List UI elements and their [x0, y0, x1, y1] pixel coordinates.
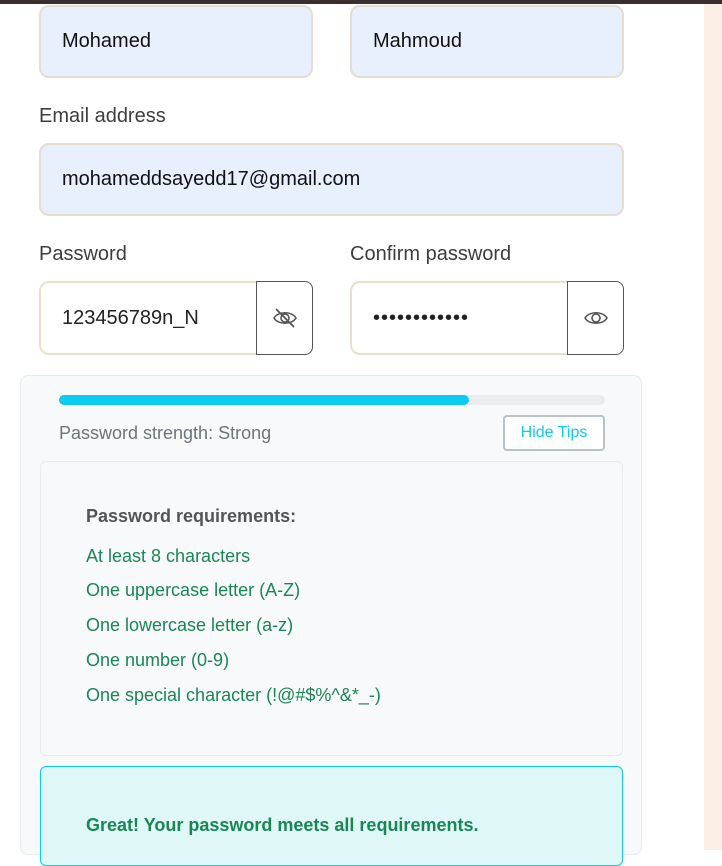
- confirm-password-input[interactable]: ••••••••••••: [350, 281, 568, 355]
- last-name-value: Mahmoud: [373, 30, 462, 52]
- success-message: Great! Your password meets all requireme…: [86, 815, 479, 835]
- requirements-title: Password requirements:: [86, 506, 297, 526]
- confirm-password-label: Confirm password: [350, 243, 512, 265]
- password-input[interactable]: 123456789n_N: [39, 281, 257, 355]
- strength-progress-bar: [59, 395, 605, 405]
- requirement-item: One special character (!@#$%^&*_-): [86, 685, 381, 705]
- password-visibility-toggle[interactable]: [256, 281, 313, 355]
- password-label: Password: [39, 243, 127, 265]
- last-name-input[interactable]: Mahmoud: [350, 5, 624, 78]
- eye-slash-icon: [272, 308, 297, 328]
- strength-progress-fill: [59, 395, 469, 405]
- requirement-item: At least 8 characters: [86, 546, 251, 566]
- page-right-background: [704, 4, 722, 850]
- requirement-item: One lowercase letter (a-z): [86, 615, 294, 635]
- first-name-input[interactable]: Mohamed: [39, 5, 313, 78]
- requirement-item: One uppercase letter (A-Z): [86, 580, 301, 600]
- hide-tips-button[interactable]: Hide Tips: [503, 415, 605, 451]
- password-value: 123456789n_N: [62, 306, 199, 329]
- confirm-password-value: ••••••••••••: [373, 306, 470, 329]
- password-strength-text: Password strength: Strong: [59, 423, 272, 443]
- email-value: mohameddsayedd17@gmail.com: [62, 168, 361, 190]
- email-input[interactable]: mohameddsayedd17@gmail.com: [39, 143, 624, 216]
- first-name-value: Mohamed: [62, 30, 151, 52]
- requirement-item: One number (0-9): [86, 650, 230, 670]
- confirm-password-visibility-toggle[interactable]: [567, 281, 624, 355]
- email-label: Email address: [39, 105, 166, 127]
- eye-icon: [583, 311, 608, 325]
- window-top-border: [0, 0, 722, 4]
